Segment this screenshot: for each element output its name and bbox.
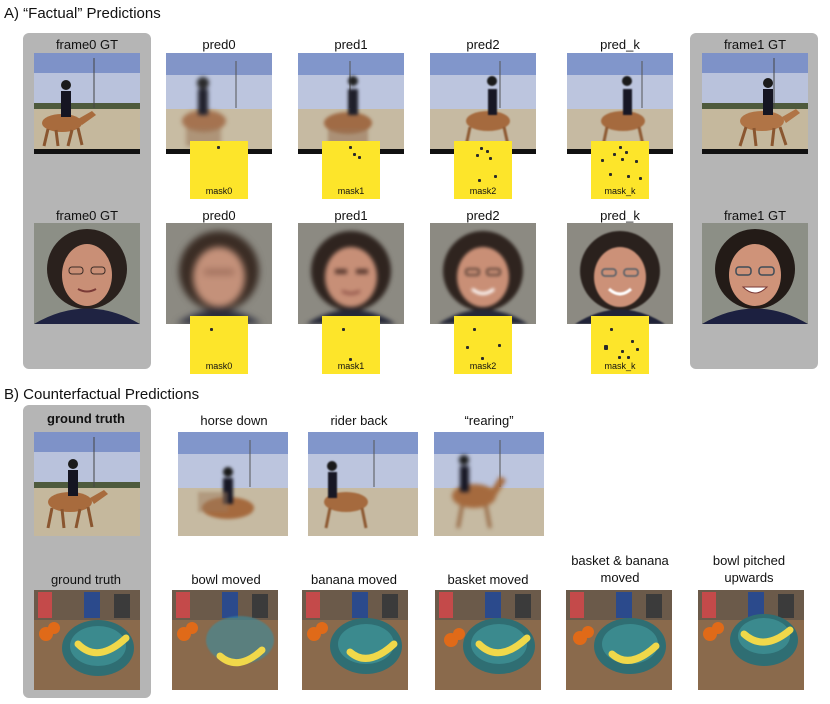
label-bowl-moved: bowl moved — [191, 572, 261, 587]
bowl-ground-truth-image — [34, 590, 140, 690]
face-pred1-image — [298, 223, 404, 324]
bowl-pitched-upwards-image — [698, 590, 804, 690]
label-banana-moved: banana moved — [310, 572, 397, 587]
mask-point — [358, 156, 361, 159]
mask-k-row1: mask_k — [591, 141, 649, 199]
mask-point — [210, 328, 213, 331]
label-pred2: pred2 — [466, 208, 500, 223]
label-pred0: pred0 — [202, 37, 236, 52]
label-frame1-gt: frame1 GT — [723, 37, 787, 52]
mask-point — [627, 356, 630, 359]
basket-moved-image — [435, 590, 541, 690]
mask-point — [635, 160, 638, 163]
mask-point — [601, 159, 604, 162]
mask-point — [610, 328, 613, 331]
label-bowl-pitched-upwards: bowl pitched upwards — [712, 553, 786, 585]
mask-caption: mask_k — [604, 186, 636, 196]
label-pred-k: pred_k — [600, 208, 640, 223]
label-ground-truth: ground truth — [50, 572, 122, 587]
mask-point — [489, 157, 492, 160]
mask-caption: mask1 — [337, 361, 365, 371]
mask-point — [625, 151, 628, 154]
mask-caption: mask_k — [604, 361, 636, 371]
mask-point — [619, 146, 622, 149]
label-pred1: pred1 — [334, 208, 368, 223]
face-pred0-image — [166, 223, 272, 324]
label-pred0: pred0 — [202, 208, 236, 223]
mask-point — [604, 345, 608, 350]
face-frame0-image — [34, 223, 140, 324]
mask-point — [631, 340, 634, 343]
horse-pred2-image — [430, 53, 536, 154]
mask2-row2: mask2 — [454, 316, 512, 374]
mask-point — [217, 146, 220, 149]
label-frame0-gt: frame0 GT — [55, 37, 119, 52]
mask-point — [621, 158, 624, 161]
section-a-title: A) “Factual” Predictions — [4, 5, 161, 22]
label-horse-down: horse down — [200, 413, 268, 428]
mask-point — [481, 357, 484, 360]
face-pred-k-image — [567, 223, 673, 324]
mask-point — [498, 344, 501, 347]
horse-pred1-image — [298, 53, 404, 154]
mask0-row1: mask0 — [190, 141, 248, 199]
horse-down-image — [178, 432, 288, 536]
label-frame0-gt: frame0 GT — [55, 208, 119, 223]
mask-point — [494, 175, 497, 178]
mask-point — [621, 350, 624, 353]
mask-caption: mask2 — [469, 361, 497, 371]
mask-point — [609, 173, 612, 176]
mask-point — [349, 146, 352, 149]
mask-point — [636, 348, 639, 351]
label-pred2: pred2 — [466, 37, 500, 52]
horse-ground-truth-image — [34, 432, 140, 536]
basket-banana-moved-image — [566, 590, 672, 690]
mask-caption: mask0 — [205, 361, 233, 371]
horse-pred0-image — [166, 53, 272, 154]
label-rider-back: rider back — [330, 413, 388, 428]
section-b-title: B) Counterfactual Predictions — [4, 386, 200, 403]
mask-point — [613, 153, 616, 156]
horse-frame1-image — [702, 53, 808, 154]
mask-point — [480, 147, 483, 150]
mask-point — [473, 328, 476, 331]
mask-point — [353, 153, 356, 156]
mask-caption: mask2 — [469, 186, 497, 196]
mask-k-row2: mask_k — [591, 316, 649, 374]
mask1-row2: mask1 — [322, 316, 380, 374]
horse-pred-k-image — [567, 53, 673, 154]
face-pred2-image — [430, 223, 536, 324]
label-pred-k: pred_k — [600, 37, 640, 52]
label-pred1: pred1 — [334, 37, 368, 52]
mask-point — [478, 179, 481, 182]
mask-point — [466, 346, 469, 349]
mask2-row1: mask2 — [454, 141, 512, 199]
mask-caption: mask1 — [337, 186, 365, 196]
mask-point — [639, 177, 642, 180]
label-basket-banana-moved: basket & banana moved — [571, 553, 669, 585]
bowl-moved-image — [172, 590, 278, 690]
mask1-row1: mask1 — [322, 141, 380, 199]
mask-point — [618, 356, 621, 359]
mask-point — [486, 150, 489, 153]
label-rearing: “rearing” — [464, 413, 514, 428]
rearing-image — [434, 432, 544, 536]
mask-point — [342, 328, 345, 331]
mask-point — [476, 154, 479, 157]
mask-caption: mask0 — [205, 186, 233, 196]
mask-point — [627, 175, 630, 178]
label-ground-truth: ground truth — [47, 411, 125, 426]
label-frame1-gt: frame1 GT — [723, 208, 787, 223]
face-frame1-image — [702, 223, 808, 324]
horse-frame0-image — [34, 53, 140, 154]
banana-moved-image — [302, 590, 408, 690]
mask0-row2: mask0 — [190, 316, 248, 374]
label-basket-moved: basket moved — [447, 572, 529, 587]
rider-back-image — [308, 432, 418, 536]
